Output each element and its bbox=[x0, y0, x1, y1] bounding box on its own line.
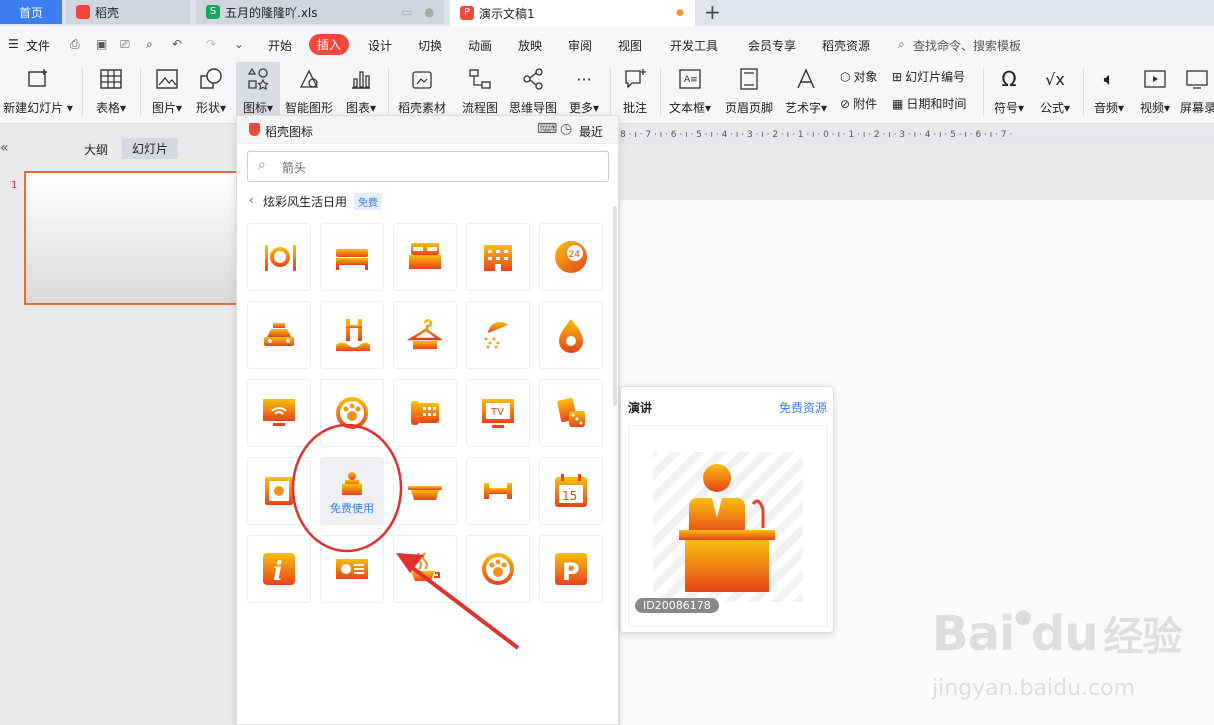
highlight-circle bbox=[291, 423, 403, 553]
watermark-logo: Bai●du 经验 bbox=[932, 604, 1182, 662]
watermark-url: jingyan.baidu.com bbox=[932, 676, 1136, 701]
watermark-brand: Bai bbox=[932, 606, 1015, 662]
arrow-shaft bbox=[408, 564, 520, 650]
watermark-brand2: du bbox=[1030, 606, 1099, 662]
watermark-cn: 经验 bbox=[1103, 614, 1182, 660]
watermark-paw-icon: ● bbox=[1014, 604, 1031, 628]
arrow-head bbox=[396, 553, 424, 573]
